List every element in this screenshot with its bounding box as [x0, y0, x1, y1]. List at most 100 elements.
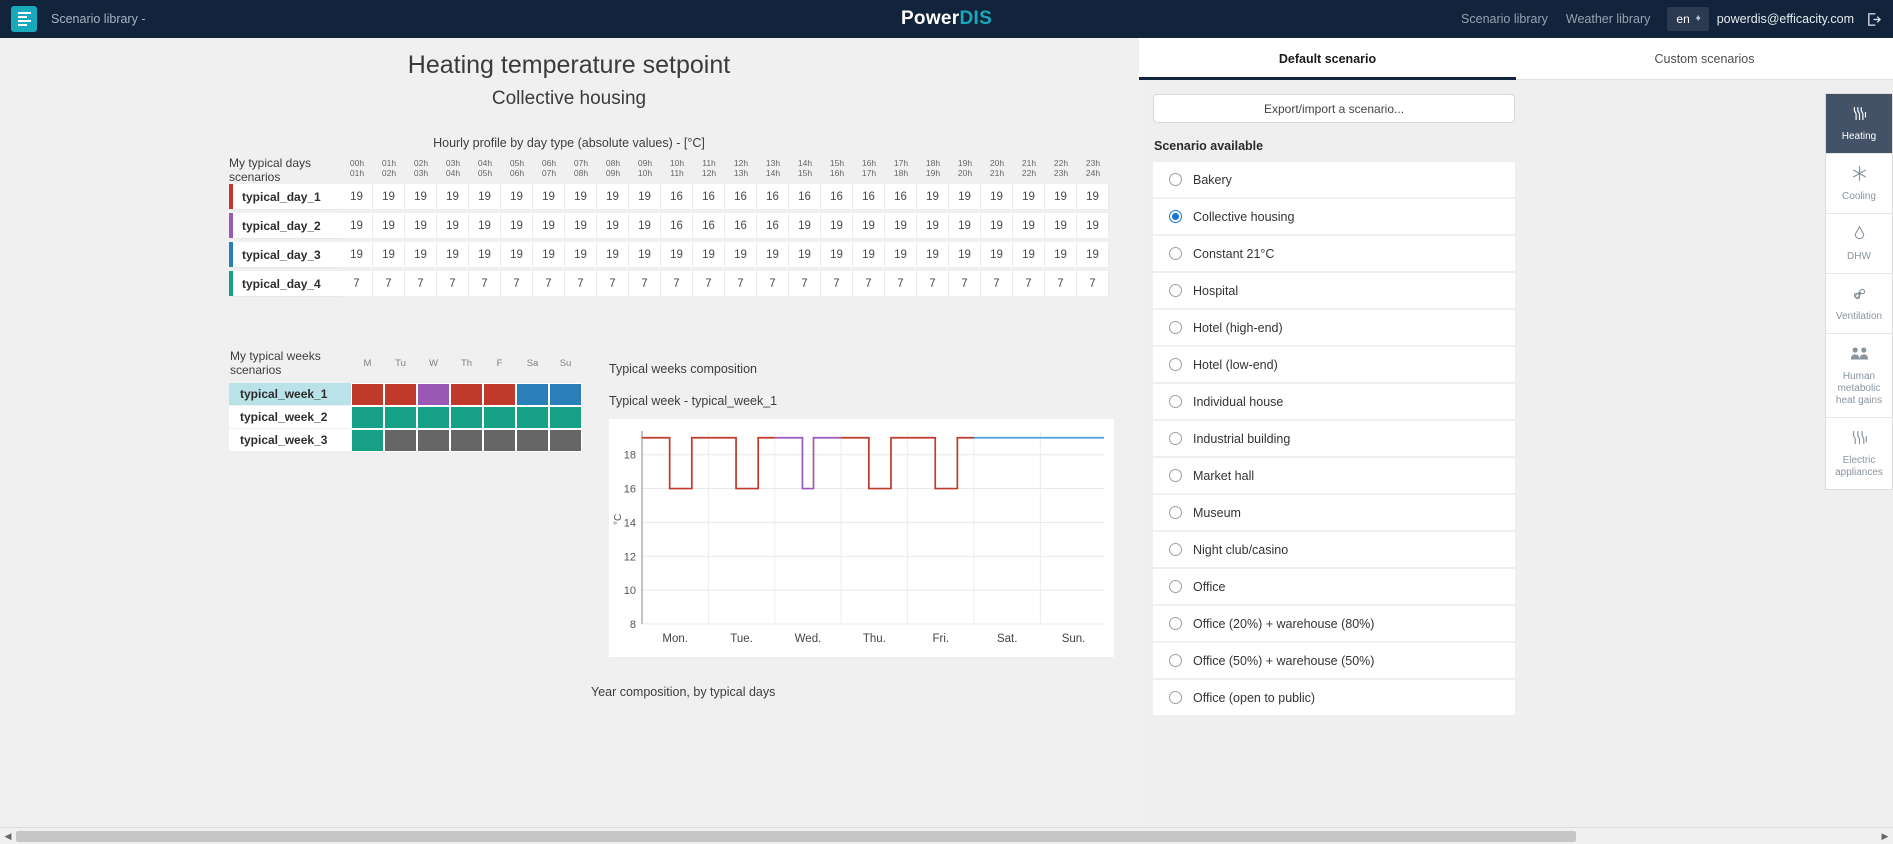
hour-value-cell[interactable]: 19 [661, 242, 693, 268]
hour-value-cell[interactable]: 16 [725, 213, 757, 239]
week-day-cell[interactable] [384, 406, 417, 429]
list-item[interactable]: Market hall [1153, 458, 1515, 494]
hour-value-cell[interactable]: 19 [533, 213, 565, 239]
hour-value-cell[interactable]: 19 [501, 184, 533, 210]
hour-value-cell[interactable]: 16 [693, 213, 725, 239]
hour-value-cell[interactable]: 7 [1077, 271, 1109, 297]
radio-button-icon[interactable] [1169, 284, 1182, 297]
radio-button-icon[interactable] [1169, 469, 1182, 482]
week-day-cell[interactable] [450, 383, 483, 406]
radio-button-icon[interactable] [1169, 617, 1182, 630]
hour-value-cell[interactable]: 19 [533, 242, 565, 268]
week-day-cell[interactable] [516, 429, 549, 452]
week-day-cell[interactable] [417, 406, 450, 429]
hour-value-cell[interactable]: 19 [917, 242, 949, 268]
hour-value-cell[interactable]: 7 [597, 271, 629, 297]
hour-value-cell[interactable]: 19 [1013, 184, 1045, 210]
hour-value-cell[interactable]: 19 [725, 242, 757, 268]
hour-value-cell[interactable]: 7 [437, 271, 469, 297]
hour-value-cell[interactable]: 19 [469, 242, 501, 268]
radio-button-icon[interactable] [1169, 395, 1182, 408]
week-day-cell[interactable] [417, 383, 450, 406]
hour-value-cell[interactable]: 19 [821, 213, 853, 239]
hour-value-cell[interactable]: 7 [789, 271, 821, 297]
list-item[interactable]: Hotel (low-end) [1153, 347, 1515, 383]
week-scenario-name[interactable]: typical_week_2 [229, 406, 351, 429]
list-item[interactable]: Collective housing [1153, 199, 1515, 235]
hour-value-cell[interactable]: 7 [917, 271, 949, 297]
hour-value-cell[interactable]: 19 [501, 242, 533, 268]
hour-value-cell[interactable]: 7 [501, 271, 533, 297]
hour-value-cell[interactable]: 7 [1045, 271, 1077, 297]
list-item[interactable]: Industrial building [1153, 421, 1515, 457]
table-row[interactable]: typical_week_2 [229, 406, 582, 429]
hour-value-cell[interactable]: 19 [949, 242, 981, 268]
radio-button-icon[interactable] [1169, 580, 1182, 593]
table-row[interactable]: typical_week_1 [229, 383, 582, 406]
hour-value-cell[interactable]: 7 [565, 271, 597, 297]
hour-value-cell[interactable]: 19 [597, 184, 629, 210]
rail-item-heating[interactable]: Heating [1826, 94, 1892, 154]
hour-value-cell[interactable]: 19 [1045, 184, 1077, 210]
table-row[interactable]: typical_day_3 19 19 19 19 19 19 19 19 19 19 19 19 19 1… [229, 242, 1109, 268]
hour-value-cell[interactable]: 16 [885, 184, 917, 210]
hour-value-cell[interactable]: 16 [725, 184, 757, 210]
week-day-cell[interactable] [516, 383, 549, 406]
rail-item-ventilation[interactable]: Ventilation [1826, 274, 1892, 334]
hour-value-cell[interactable]: 19 [917, 213, 949, 239]
list-item[interactable]: Night club/casino [1153, 532, 1515, 568]
hour-value-cell[interactable]: 19 [373, 213, 405, 239]
hour-value-cell[interactable]: 19 [341, 184, 373, 210]
hour-value-cell[interactable]: 19 [341, 213, 373, 239]
hour-value-cell[interactable]: 19 [437, 184, 469, 210]
list-item[interactable]: Bakery [1153, 162, 1515, 198]
radio-button-icon[interactable] [1169, 358, 1182, 371]
hour-value-cell[interactable]: 19 [501, 213, 533, 239]
hour-value-cell[interactable]: 19 [789, 213, 821, 239]
hour-value-cell[interactable]: 19 [373, 242, 405, 268]
table-row[interactable]: typical_day_4 7 7 7 7 7 7 7 7 7 7 7 7 7 7 7 7 7 7 7 7 7 7 7 7 [229, 271, 1109, 297]
hour-value-cell[interactable]: 19 [693, 242, 725, 268]
scroll-left-arrow[interactable]: ◀ [0, 831, 16, 842]
hour-value-cell[interactable]: 19 [533, 184, 565, 210]
week-day-cell[interactable] [417, 429, 450, 452]
week-day-cell[interactable] [351, 406, 384, 429]
horizontal-scrollbar[interactable]: ◀ ▶ [0, 827, 1893, 844]
hour-value-cell[interactable]: 7 [949, 271, 981, 297]
hour-value-cell[interactable]: 16 [789, 184, 821, 210]
scrollbar-track[interactable] [16, 828, 1877, 844]
list-item[interactable]: Museum [1153, 495, 1515, 531]
list-item[interactable]: Hospital [1153, 273, 1515, 309]
radio-button-icon[interactable] [1169, 432, 1182, 445]
tab-default-scenario[interactable]: Default scenario [1139, 38, 1516, 80]
week-day-cell[interactable] [450, 429, 483, 452]
hour-value-cell[interactable]: 19 [565, 213, 597, 239]
hour-value-cell[interactable]: 19 [597, 242, 629, 268]
hour-value-cell[interactable]: 7 [341, 271, 373, 297]
radio-button-icon[interactable] [1169, 654, 1182, 667]
hour-value-cell[interactable]: 19 [885, 213, 917, 239]
hour-value-cell[interactable]: 19 [405, 184, 437, 210]
hour-value-cell[interactable]: 19 [981, 242, 1013, 268]
hour-value-cell[interactable]: 7 [373, 271, 405, 297]
hour-value-cell[interactable]: 19 [757, 242, 789, 268]
list-item[interactable]: Office (open to public) [1153, 680, 1515, 716]
list-item[interactable]: Office (20%) + warehouse (80%) [1153, 606, 1515, 642]
radio-button-icon[interactable] [1169, 691, 1182, 704]
hour-value-cell[interactable]: 19 [565, 242, 597, 268]
hour-value-cell[interactable]: 19 [1077, 242, 1109, 268]
language-selector[interactable]: en ▲ ▼ [1667, 7, 1709, 31]
rail-item-electric-appliances[interactable]: Electric appliances [1826, 418, 1892, 489]
list-item[interactable]: Constant 21°C [1153, 236, 1515, 272]
hour-value-cell[interactable]: 7 [469, 271, 501, 297]
hour-value-cell[interactable]: 19 [853, 242, 885, 268]
week-day-cell[interactable] [483, 383, 516, 406]
week-day-cell[interactable] [483, 406, 516, 429]
hour-value-cell[interactable]: 19 [341, 242, 373, 268]
hour-value-cell[interactable]: 7 [725, 271, 757, 297]
hour-value-cell[interactable]: 19 [565, 184, 597, 210]
hour-value-cell[interactable]: 19 [1077, 184, 1109, 210]
table-row[interactable]: typical_week_3 [229, 429, 582, 452]
hour-value-cell[interactable]: 7 [1013, 271, 1045, 297]
week-day-cell[interactable] [351, 429, 384, 452]
